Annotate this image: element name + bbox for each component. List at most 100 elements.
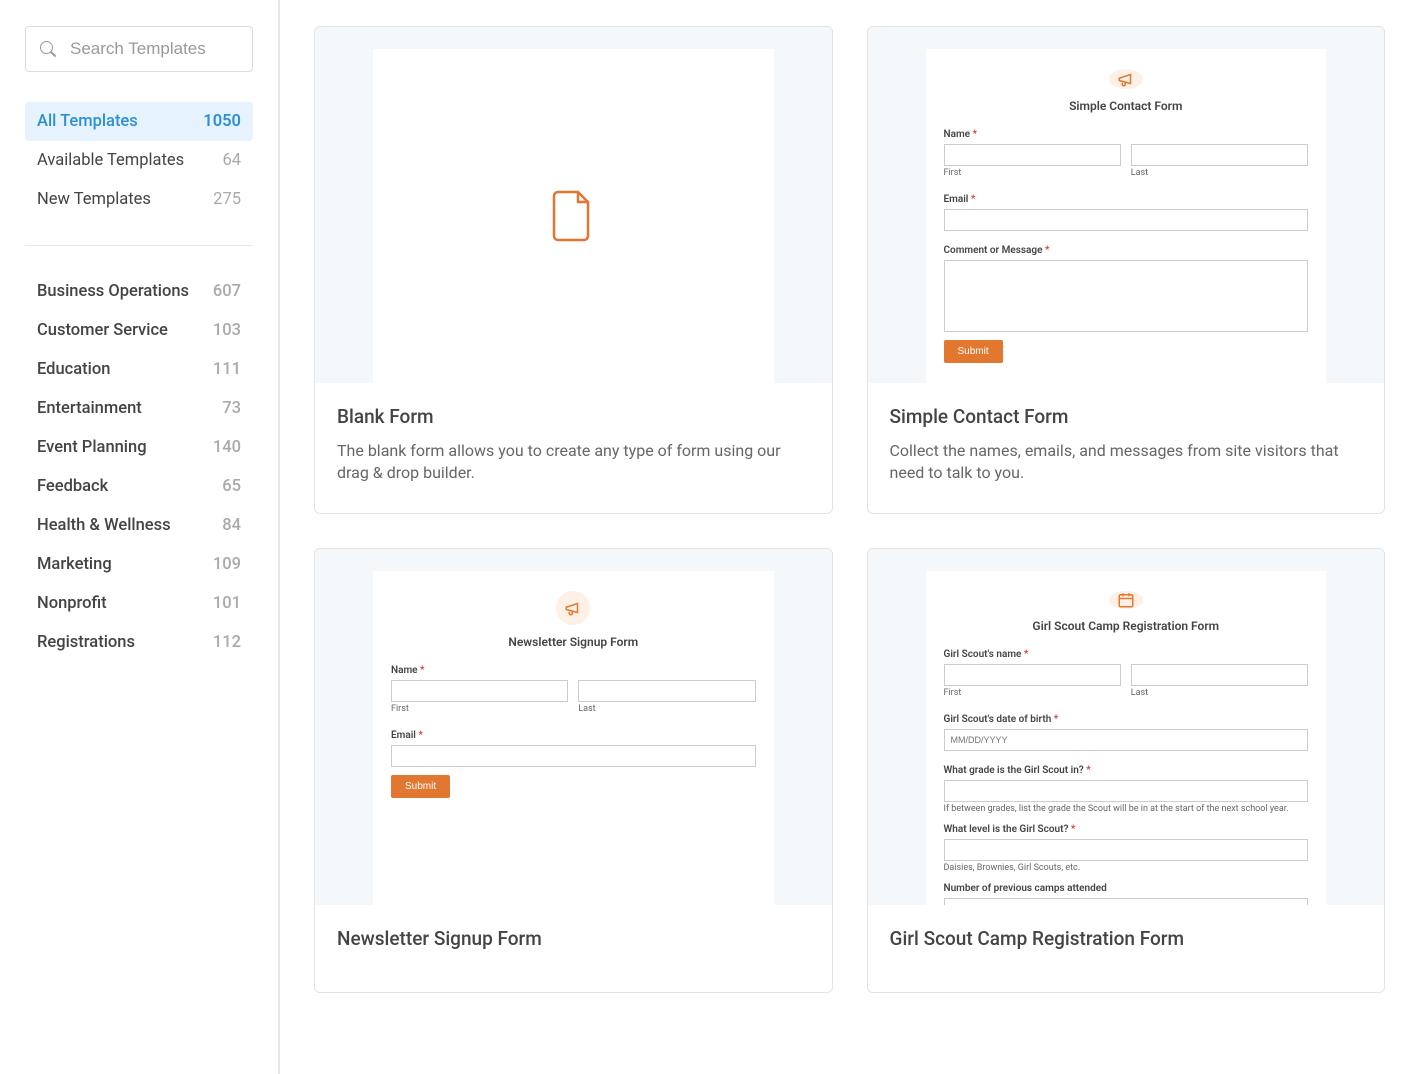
sidebar-item-customer-service[interactable]: Customer Service103	[25, 311, 253, 350]
sidebar-item-count: 607	[213, 282, 241, 301]
sidebar-item-label: Education	[37, 360, 110, 379]
preview-inner: Newsletter Signup Form Name * First Last…	[373, 571, 774, 905]
sidebar-item-event-planning[interactable]: Event Planning 140	[25, 428, 253, 467]
sidebar-item-count: 111	[213, 360, 241, 379]
card-description: Collect the names, emails, and messages …	[890, 440, 1363, 483]
sidebar-item-count: 64	[222, 151, 241, 170]
template-card-newsletter-signup-form[interactable]: Newsletter Signup Form Name * First Last…	[314, 548, 833, 993]
sidebar-item-label: All Templates	[37, 112, 138, 131]
field-label: What grade is the Girl Scout in? *	[944, 765, 1309, 776]
search-box[interactable]	[25, 26, 253, 72]
category-list: Business Operations 607 Customer Service1…	[25, 272, 253, 662]
field-hint: Daisies, Brownies, Girl Scouts, etc.	[944, 863, 1309, 873]
preview-inner	[373, 49, 774, 383]
sidebar-item-label: Registrations	[37, 633, 135, 652]
sidebar-item-marketing[interactable]: Marketing 109	[25, 545, 253, 584]
sidebar-item-entertainment[interactable]: Entertainment 73	[25, 389, 253, 428]
card-title: Newsletter Signup Form	[337, 927, 810, 950]
sidebar-item-count: 73	[222, 399, 241, 418]
sidebar-item-available-templates[interactable]: Available Templates 64	[25, 141, 253, 180]
template-card-simple-contact-form[interactable]: Simple Contact Form Name * First Last Em…	[867, 26, 1386, 514]
comment-textarea	[944, 260, 1309, 332]
last-name-input	[578, 680, 755, 702]
sidebar-item-education[interactable]: Education 111	[25, 350, 253, 389]
search-icon	[40, 41, 56, 57]
megaphone-icon-circle	[1109, 69, 1143, 89]
template-preview: Girl Scout Camp Registration Form Girl S…	[868, 549, 1385, 905]
template-preview: Simple Contact Form Name * First Last Em…	[868, 27, 1385, 383]
preview-form-title: Girl Scout Camp Registration Form	[1032, 619, 1219, 633]
first-name-input	[391, 680, 568, 702]
card-body: Blank Form The blank form allows you to …	[315, 383, 832, 513]
field-label: Girl Scout's date of birth *	[944, 714, 1309, 725]
document-icon	[552, 190, 594, 242]
sidebar-item-label: Entertainment	[37, 399, 142, 418]
sidebar-item-all-templates[interactable]: All Templates 1050	[25, 102, 253, 141]
last-name-input	[1131, 144, 1308, 166]
sidebar-item-count: 140	[213, 438, 241, 457]
level-input	[944, 839, 1309, 861]
card-body: Girl Scout Camp Registration Form	[868, 905, 1385, 992]
sub-label: Last	[1131, 688, 1308, 698]
template-preview	[315, 27, 832, 383]
preview-form-title: Simple Contact Form	[1069, 99, 1182, 113]
megaphone-icon	[1117, 70, 1135, 88]
calendar-icon	[1117, 591, 1135, 609]
preview-form-body: Girl Scout's name * First Last Girl Scou…	[944, 649, 1309, 905]
sub-label: First	[391, 704, 568, 714]
sidebar-item-count: 65	[222, 477, 241, 496]
sidebar-item-health-wellness[interactable]: Health & Wellness 84	[25, 506, 253, 545]
sub-label: First	[944, 688, 1121, 698]
sidebar-item-count: 101	[213, 594, 241, 613]
last-name-input	[1131, 664, 1308, 686]
sub-label: Last	[1131, 168, 1308, 178]
first-name-input	[944, 144, 1121, 166]
sidebar-item-new-templates[interactable]: New Templates 275	[25, 180, 253, 219]
submit-button: Submit	[391, 775, 450, 798]
sub-label: First	[944, 168, 1121, 178]
sidebar-item-label: Feedback	[37, 477, 108, 496]
card-title: Simple Contact Form	[890, 405, 1363, 428]
sidebar-item-count: 1050	[203, 112, 241, 131]
template-card-blank-form[interactable]: Blank Form The blank form allows you to …	[314, 26, 833, 514]
dob-input	[944, 729, 1309, 751]
card-title: Girl Scout Camp Registration Form	[890, 927, 1363, 950]
sidebar-item-business-operations[interactable]: Business Operations 607	[25, 272, 253, 311]
field-label: Comment or Message *	[944, 245, 1309, 256]
field-label: Name *	[391, 665, 756, 676]
search-input[interactable]	[70, 39, 238, 59]
email-input	[944, 209, 1309, 231]
preview-form-title: Newsletter Signup Form	[508, 635, 638, 649]
sidebar-item-label: Marketing	[37, 555, 112, 574]
sidebar-item-label: Event Planning	[37, 438, 147, 457]
preview-inner: Simple Contact Form Name * First Last Em…	[926, 49, 1327, 383]
preview-form-body: Name * First Last Email * Submit	[391, 665, 756, 798]
sidebar: All Templates 1050 Available Templates 6…	[0, 0, 280, 1074]
template-card-girl-scout-camp-registration[interactable]: Girl Scout Camp Registration Form Girl S…	[867, 548, 1386, 993]
megaphone-icon	[564, 599, 582, 617]
sidebar-item-count: 112	[213, 633, 241, 652]
sidebar-item-count: 84	[222, 516, 241, 535]
field-label: Girl Scout's name *	[944, 649, 1309, 660]
sidebar-item-registrations[interactable]: Registrations 112	[25, 623, 253, 662]
sub-label: Last	[578, 704, 755, 714]
template-preview: Newsletter Signup Form Name * First Last…	[315, 549, 832, 905]
sidebar-item-feedback[interactable]: Feedback 65	[25, 467, 253, 506]
field-label: Email *	[944, 194, 1309, 205]
sidebar-item-label: Health & Wellness	[37, 516, 171, 535]
first-name-input	[944, 664, 1121, 686]
sidebar-item-label: Available Templates	[37, 151, 184, 170]
top-category-list: All Templates 1050 Available Templates 6…	[25, 102, 253, 219]
preview-inner: Girl Scout Camp Registration Form Girl S…	[926, 571, 1327, 905]
sidebar-item-label: Nonprofit	[37, 594, 107, 613]
card-body: Simple Contact Form Collect the names, e…	[868, 383, 1385, 513]
field-label: Name *	[944, 129, 1309, 140]
camps-input	[944, 898, 1309, 905]
card-title: Blank Form	[337, 405, 810, 428]
preview-form-body: Name * First Last Email * Comment or Mes…	[944, 129, 1309, 363]
sidebar-item-count: 109	[213, 555, 241, 574]
sidebar-item-label: Business Operations	[37, 282, 189, 301]
megaphone-icon-circle	[556, 591, 590, 625]
card-body: Newsletter Signup Form	[315, 905, 832, 992]
sidebar-item-nonprofit[interactable]: Nonprofit 101	[25, 584, 253, 623]
